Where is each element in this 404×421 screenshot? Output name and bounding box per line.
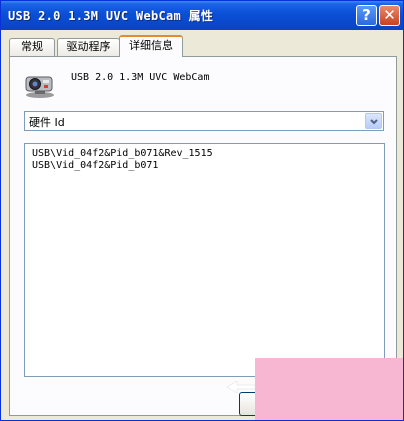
arrow-icon bbox=[227, 380, 256, 394]
title-bar[interactable]: USB 2.0 1.3M UVC WebCam 属性 ? ✕ bbox=[1, 1, 403, 30]
property-select-value: 硬件 Id bbox=[29, 116, 65, 129]
list-item[interactable]: USB\Vid_04f2&Pid_b071&Rev_1515 bbox=[32, 148, 213, 159]
property-select[interactable]: 硬件 Id bbox=[24, 111, 384, 131]
overlay-block bbox=[255, 358, 403, 420]
list-item[interactable]: USB\Vid_04f2&Pid_b071 bbox=[32, 160, 158, 171]
property-values-list[interactable]: USB\Vid_04f2&Pid_b071&Rev_1515 USB\Vid_0… bbox=[24, 143, 385, 377]
chevron-down-icon bbox=[370, 119, 378, 125]
close-button[interactable]: ✕ bbox=[379, 5, 400, 26]
window-title: USB 2.0 1.3M UVC WebCam 属性 bbox=[8, 9, 214, 23]
tab-driver[interactable]: 驱动程序 bbox=[57, 38, 120, 56]
tab-details[interactable]: 详细信息 bbox=[119, 35, 183, 57]
device-name: USB 2.0 1.3M UVC WebCam bbox=[71, 72, 210, 83]
properties-dialog: USB 2.0 1.3M UVC WebCam 属性 ? ✕ 常规 驱动程序 详… bbox=[0, 0, 404, 421]
property-select-toggle[interactable] bbox=[365, 113, 382, 129]
tab-general[interactable]: 常规 bbox=[9, 38, 55, 56]
ok-button[interactable] bbox=[239, 392, 255, 416]
help-button[interactable]: ? bbox=[356, 5, 377, 26]
camera-icon bbox=[25, 76, 54, 98]
